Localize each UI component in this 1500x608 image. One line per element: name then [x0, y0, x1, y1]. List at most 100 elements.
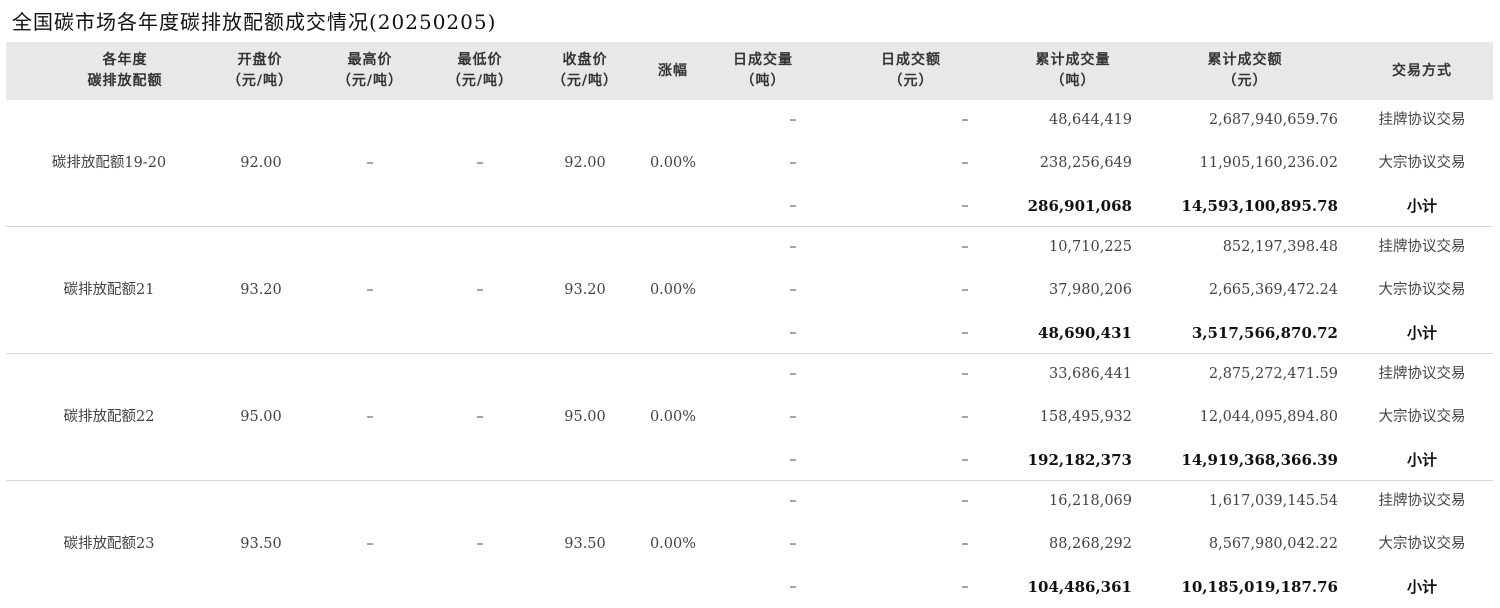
allowance-group: 碳排放配额19-20 92.00 – – 92.00 0.00% – – 48,644,419 2…	[6, 100, 1493, 226]
daily-volume: –	[789, 325, 797, 341]
daily-volume: –	[789, 536, 797, 552]
daily-volume: –	[789, 579, 797, 595]
cumulative-amount: 14,919,368,366.39	[1181, 451, 1338, 469]
change-percent: 0.00%	[649, 155, 697, 171]
daily-amount: –	[961, 155, 969, 171]
header-cumulative-volume: 累计成交量 （吨）	[1035, 52, 1111, 89]
cumulative-volume: 48,644,419	[1048, 112, 1132, 128]
cumulative-amount: 2,875,272,471.59	[1208, 366, 1338, 382]
cumulative-volume: 16,218,069	[1048, 493, 1132, 509]
table-header: 各年度 碳排放配额 开盘价 （元/吨） 最高价 （元/吨） 最低价 （元/吨） 收盘价（…	[6, 42, 1493, 100]
daily-amount: –	[961, 282, 969, 298]
cumulative-volume: 286,901,068	[1027, 197, 1132, 215]
cumulative-volume: 238,256,649	[1039, 155, 1132, 171]
change-percent: 0.00%	[649, 536, 697, 552]
close-price: 93.20	[564, 282, 606, 298]
cumulative-amount: 2,665,369,472.24	[1208, 282, 1338, 298]
daily-volume: –	[789, 493, 797, 509]
daily-volume: –	[789, 366, 797, 382]
daily-volume: –	[789, 155, 797, 171]
daily-volume: –	[789, 452, 797, 468]
daily-volume: –	[789, 239, 797, 255]
open-price: 95.00	[240, 409, 282, 425]
cumulative-volume: 88,268,292	[1048, 536, 1132, 552]
header-trade-mode: 交易方式	[1392, 62, 1452, 79]
allowance-group: 碳排放配额22 95.00 – – 95.00 0.00% – – 33,686,441 2,87…	[6, 353, 1493, 480]
trade-mode: 大宗协议交易	[1378, 282, 1466, 298]
cumulative-amount: 3,517,566,870.72	[1191, 324, 1338, 342]
open-price: 92.00	[240, 155, 282, 171]
daily-amount: –	[961, 325, 969, 341]
cumulative-amount: 8,567,980,042.22	[1208, 536, 1338, 552]
cumulative-amount: 11,905,160,236.02	[1199, 155, 1338, 171]
daily-amount: –	[961, 452, 969, 468]
page-title: 全国碳市场各年度碳排放配额成交情况(20250205)	[12, 10, 497, 34]
trade-mode: 挂牌协议交易	[1378, 366, 1466, 382]
cumulative-amount: 12,044,095,894.80	[1199, 409, 1338, 425]
cumulative-amount: 852,197,398.48	[1222, 239, 1338, 255]
cumulative-volume: 48,690,431	[1038, 324, 1132, 342]
trade-mode: 大宗协议交易	[1378, 409, 1466, 425]
header-daily-amount: 日成交额 （元）	[881, 52, 941, 89]
subtotal-label: 小计	[1406, 451, 1438, 469]
allowance-group: 碳排放配额23 93.50 – – 93.50 0.00% – – 16,218,069 1,61…	[6, 480, 1493, 607]
low-price: –	[476, 155, 484, 171]
header-low: 最低价 （元/吨）	[446, 52, 514, 89]
trade-mode: 挂牌协议交易	[1378, 112, 1466, 128]
high-price: –	[366, 409, 374, 425]
trade-mode: 挂牌协议交易	[1378, 239, 1466, 255]
allowance-group: 碳排放配额21 93.20 – – 93.20 0.00% – – 10,710,225 852,…	[6, 226, 1493, 353]
cumulative-volume: 192,182,373	[1027, 451, 1132, 469]
low-price: –	[476, 282, 484, 298]
cumulative-amount: 1,617,039,145.54	[1208, 493, 1338, 509]
header-close: 收盘价 （元/吨）	[551, 52, 619, 89]
cumulative-amount: 14,593,100,895.78	[1181, 197, 1338, 215]
table-body: 碳排放配额19-20 92.00 – – 92.00 0.00% – – 48,644,419 2…	[6, 100, 1493, 607]
carbon-trading-table: 各年度 碳排放配额 开盘价 （元/吨） 最高价 （元/吨） 最低价 （元/吨） 收盘价（…	[6, 42, 1493, 607]
header-allowance: 各年度 碳排放配额	[87, 52, 163, 89]
subtotal-label: 小计	[1406, 197, 1438, 215]
daily-amount: –	[961, 239, 969, 255]
daily-amount: –	[961, 536, 969, 552]
cumulative-volume: 37,980,206	[1048, 282, 1132, 298]
daily-amount: –	[961, 493, 969, 509]
trade-mode: 大宗协议交易	[1378, 536, 1466, 552]
daily-amount: –	[961, 579, 969, 595]
cumulative-volume: 33,686,441	[1048, 366, 1132, 382]
close-price: 95.00	[564, 409, 606, 425]
close-price: 92.00	[564, 155, 606, 171]
subtotal-label: 小计	[1406, 324, 1438, 342]
close-price: 93.50	[564, 536, 606, 552]
header-daily-volume: 日成交量 （吨）	[733, 52, 793, 89]
cumulative-volume: 158,495,932	[1039, 409, 1132, 425]
high-price: –	[366, 155, 374, 171]
daily-volume: –	[789, 282, 797, 298]
allowance-name: 碳排放配额19-20	[51, 155, 167, 171]
header-change: 涨幅	[658, 62, 688, 79]
daily-volume: –	[789, 112, 797, 128]
daily-amount: –	[961, 366, 969, 382]
allowance-name: 碳排放配额22	[63, 409, 155, 425]
daily-volume: –	[789, 198, 797, 214]
trade-mode: 大宗协议交易	[1378, 155, 1466, 171]
change-percent: 0.00%	[649, 409, 697, 425]
allowance-name: 碳排放配额21	[63, 282, 155, 298]
cumulative-volume: 104,486,361	[1027, 578, 1132, 596]
header-cumulative-amount: 累计成交额 （元）	[1207, 52, 1283, 89]
low-price: –	[476, 536, 484, 552]
open-price: 93.20	[240, 282, 282, 298]
low-price: –	[476, 409, 484, 425]
high-price: –	[366, 282, 374, 298]
daily-amount: –	[961, 198, 969, 214]
change-percent: 0.00%	[649, 282, 697, 298]
header-open: 开盘价 （元/吨）	[226, 52, 294, 89]
daily-volume: –	[789, 409, 797, 425]
subtotal-label: 小计	[1406, 578, 1438, 596]
cumulative-amount: 10,185,019,187.76	[1181, 578, 1338, 596]
cumulative-amount: 2,687,940,659.76	[1208, 112, 1338, 128]
high-price: –	[366, 536, 374, 552]
daily-amount: –	[961, 409, 969, 425]
trade-mode: 挂牌协议交易	[1378, 493, 1466, 509]
header-high: 最高价 （元/吨）	[336, 52, 404, 89]
allowance-name: 碳排放配额23	[63, 536, 155, 552]
